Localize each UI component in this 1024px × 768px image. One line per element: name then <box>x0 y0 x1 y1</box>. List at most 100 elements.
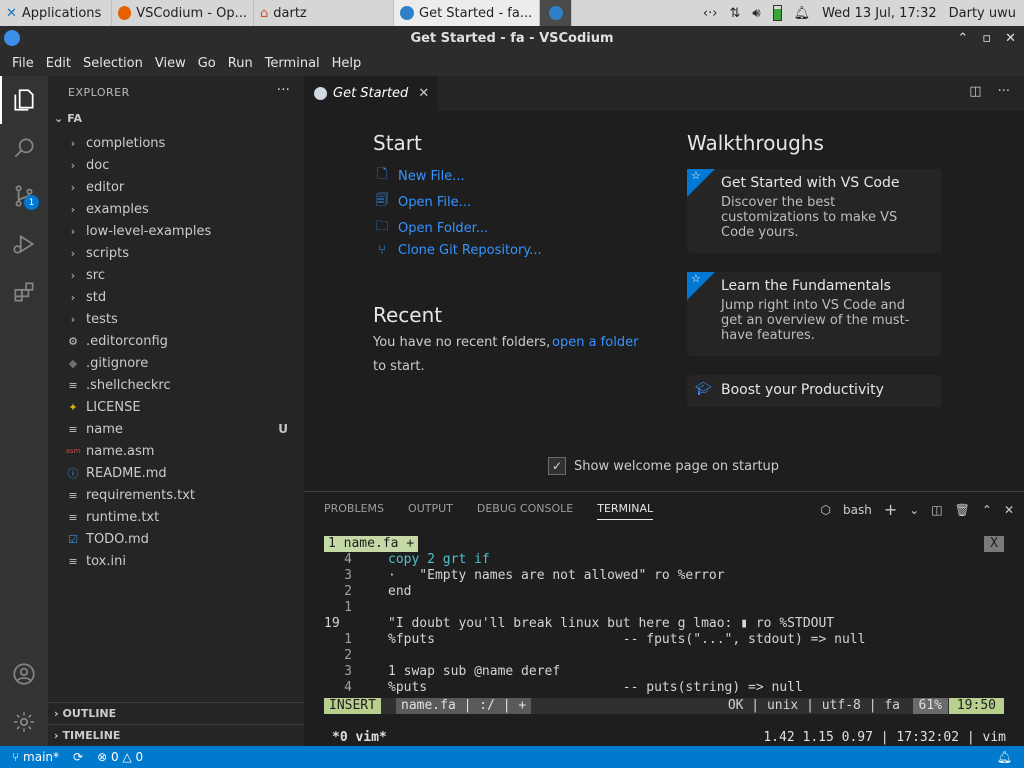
file-readme[interactable]: ⓘ README.md <box>48 462 304 484</box>
code-line-current: 19 "I doubt you'll break linux but here g… <box>324 616 835 631</box>
menu-go[interactable]: Go <box>192 56 222 71</box>
close-tab-icon[interactable]: ✕ <box>418 86 429 101</box>
git-branch-icon: ⑂ <box>378 243 386 258</box>
folder-scripts[interactable]: › scripts <box>48 242 304 264</box>
clone-repo-link[interactable]: ⑂ Clone Git Repository... <box>374 243 542 258</box>
chevron-down-icon[interactable]: ⌄ <box>909 503 919 517</box>
open-folder-recent-link[interactable]: open a folder <box>552 335 638 350</box>
folder-low-level-examples[interactable]: › low-level-examples <box>48 220 304 242</box>
tab-output[interactable]: OUTPUT <box>408 502 453 520</box>
welcome-page: Start 🗋 New File... 🗐 Open File... 🗀 Open F… <box>304 111 1024 491</box>
file-runtime[interactable]: ≡ runtime.txt <box>48 506 304 528</box>
system-taskbar: ✕ Applications VSCodium - Op... ⌂ dartz … <box>0 0 1024 26</box>
tab-get-started[interactable]: Get Started ✕ <box>304 76 438 111</box>
user-name[interactable]: Darty uwu <box>949 6 1016 21</box>
task-get-started[interactable]: Get Started - fa... <box>394 0 540 26</box>
notification-bell-icon[interactable]: 🔔︎ <box>997 750 1012 764</box>
accounts-icon[interactable] <box>0 650 48 698</box>
notification-bell-icon[interactable]: 🔔︎ <box>794 6 811 21</box>
window-restore-icon[interactable]: ▫ <box>982 31 991 46</box>
menu-view[interactable]: View <box>149 56 192 71</box>
git-branch-status[interactable]: ⑂ main* <box>12 750 59 764</box>
clock[interactable]: Wed 13 Jul, 17:32 <box>822 6 937 21</box>
split-terminal-icon[interactable]: ◫ <box>931 503 942 517</box>
explorer-icon[interactable] <box>0 76 48 124</box>
show-welcome-checkbox[interactable]: ✓ Show welcome page on startup <box>548 457 779 475</box>
task-dartz[interactable]: ⌂ dartz <box>254 0 394 26</box>
chevron-right-icon: › <box>70 290 76 304</box>
network-icon[interactable]: ‹·› <box>703 6 718 21</box>
star-icon: ☆ <box>691 272 701 285</box>
menu-selection[interactable]: Selection <box>77 56 149 71</box>
settings-gear-icon[interactable] <box>0 698 48 746</box>
tab-terminal[interactable]: TERMINAL <box>597 502 654 520</box>
open-folder-link[interactable]: 🗀 Open Folder... <box>374 217 488 239</box>
outline-section[interactable]: › OUTLINE <box>48 702 304 724</box>
code-line: 4 %puts -- puts(string) => null <box>344 680 803 695</box>
window-minimize-icon[interactable]: ⌃ <box>957 31 968 46</box>
source-control-icon[interactable]: 1 <box>0 172 48 220</box>
run-debug-icon[interactable] <box>0 220 48 268</box>
asm-icon: asm <box>65 447 81 455</box>
transfer-icon[interactable]: ⇅ <box>729 6 740 21</box>
more-actions-icon[interactable]: ··· <box>277 82 290 98</box>
tab-problems[interactable]: PROBLEMS <box>324 502 384 520</box>
walkthrough-fundamentals[interactable]: ☆ Learn the Fundamentals Jump right into… <box>687 272 942 356</box>
task-vscodium-small[interactable] <box>540 0 572 26</box>
menu-terminal[interactable]: Terminal <box>259 56 326 71</box>
file-requirements[interactable]: ≡ requirements.txt <box>48 484 304 506</box>
folder-tests[interactable]: › tests <box>48 308 304 330</box>
maximize-panel-icon[interactable]: ⌃ <box>982 503 992 517</box>
trash-icon[interactable]: 🗑︎ <box>955 503 970 517</box>
extensions-icon[interactable] <box>0 268 48 316</box>
menu-help[interactable]: Help <box>326 56 368 71</box>
terminal-shell-name[interactable]: bash <box>843 503 872 517</box>
volume-icon[interactable]: 🔊︎ <box>752 6 760 21</box>
file-todo[interactable]: ☑ TODO.md <box>48 528 304 550</box>
task-applications[interactable]: ✕ Applications <box>0 0 112 26</box>
menu-file[interactable]: File <box>6 56 40 71</box>
chevron-right-icon: › <box>70 246 76 260</box>
file-tox-ini[interactable]: ≡ tox.ini <box>48 550 304 572</box>
file-name-asm[interactable]: asm name.asm <box>48 440 304 462</box>
walkthrough-productivity[interactable]: 🎓︎ Boost your Productivity <box>687 375 942 407</box>
star-icon: ☆ <box>691 169 701 182</box>
code-line: 3 · "Empty names are not allowed" ro %err… <box>344 568 725 583</box>
open-file-link[interactable]: 🗐 Open File... <box>374 191 472 213</box>
search-icon[interactable] <box>0 124 48 172</box>
walkthrough-get-started[interactable]: ☆ Get Started with VS Code Discover the … <box>687 169 942 253</box>
folder-std[interactable]: › std <box>48 286 304 308</box>
folder-icon: 🗀 <box>375 219 389 234</box>
window-close-icon[interactable]: ✕ <box>1005 31 1016 46</box>
sync-icon[interactable]: ⟳ <box>73 750 83 764</box>
workspace-root[interactable]: ⌄ FA <box>54 112 82 125</box>
vim-file-info: name.fa | :/ | + <box>396 698 532 714</box>
split-editor-icon[interactable]: ◫ <box>969 84 981 99</box>
panel-tabs: PROBLEMS OUTPUT DEBUG CONSOLE TERMINAL <box>324 502 677 520</box>
tab-debug-console[interactable]: DEBUG CONSOLE <box>477 502 573 520</box>
vim-buffer-tab: 1 name.fa + <box>324 536 419 552</box>
folder-doc[interactable]: › doc <box>48 154 304 176</box>
new-terminal-icon[interactable]: + <box>884 500 897 519</box>
task-vscodium-open[interactable]: VSCodium - Op... <box>112 0 254 26</box>
recent-text-end: to start. <box>373 359 425 374</box>
folder-examples[interactable]: › examples <box>48 198 304 220</box>
menu-run[interactable]: Run <box>222 56 259 71</box>
folder-src[interactable]: › src <box>48 264 304 286</box>
folder-completions[interactable]: › completions <box>48 132 304 154</box>
terminal-content[interactable]: 1 name.fa + X 4 copy 2 grt if 3 · "Empty n… <box>324 536 1014 746</box>
folder-editor[interactable]: › editor <box>48 176 304 198</box>
new-file-link[interactable]: 🗋 New File... <box>374 165 465 187</box>
file-name[interactable]: ≡ name U <box>48 418 304 440</box>
close-panel-icon[interactable]: ✕ <box>1004 503 1014 517</box>
battery-icon[interactable] <box>772 5 782 21</box>
more-actions-icon[interactable]: ··· <box>998 84 1010 99</box>
file-gitignore[interactable]: ◆ .gitignore <box>48 352 304 374</box>
menu-edit[interactable]: Edit <box>40 56 77 71</box>
file-editorconfig[interactable]: ⚙ .editorconfig <box>48 330 304 352</box>
problems-status[interactable]: ⊗ 0 △ 0 <box>97 750 143 764</box>
timeline-section[interactable]: › TIMELINE <box>48 724 304 746</box>
bottom-panel: PROBLEMS OUTPUT DEBUG CONSOLE TERMINAL ⬡… <box>304 491 1024 746</box>
file-shellcheckrc[interactable]: ≡ .shellcheckrc <box>48 374 304 396</box>
file-license[interactable]: ✦ LICENSE <box>48 396 304 418</box>
